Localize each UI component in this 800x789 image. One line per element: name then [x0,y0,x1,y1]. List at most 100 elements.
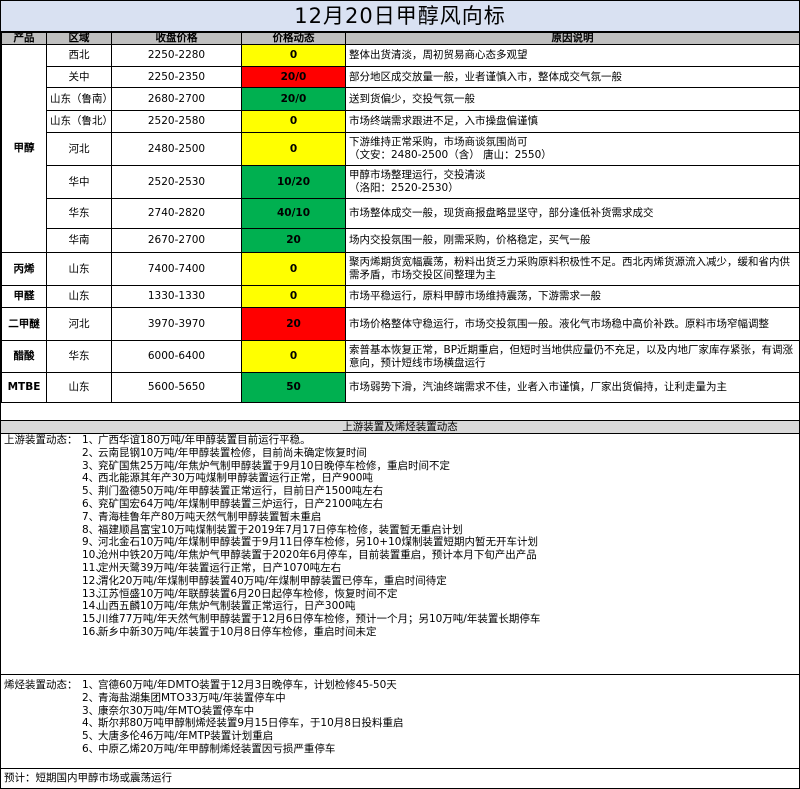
upstream-section: 上游装置动态： 1、广西华谊180万吨/年甲醇装置目前运行平稳。 2、云南昆钢10万… [4,434,796,639]
list-item: 13、江苏恒盛10万吨/年联醇装置6月20日起停车检修，恢复时间不定 [4,588,796,601]
reason-cell: 聚丙烯期货宽幅震荡，粉料出货乏力采购原料积极性不足。西北丙烯货源流入减少，缓和省… [345,252,800,286]
list-item: 6、中原乙烯20万吨/年甲醇制烯烃装置因亏损严重停车 [4,743,796,756]
reason-cell: 市场整体成交一般，现货商报盘略显坚守，部分逢低补货需求成交 [345,198,800,229]
item-text: 西北能源其年产30万吨煤制甲醇装置运行正常，日产900吨 [98,472,373,485]
item-number: 11、 [82,561,106,574]
region-cell: 山东（鲁南） [46,87,112,111]
table-row: 华南 2670-2700 20 场内交投氛围一般，刚需采购，价格稳定，买气一般 [2,228,800,253]
list-item: 4、西北能源其年产30万吨煤制甲醇装置运行正常，日产900吨 [4,472,796,485]
price-cell: 2520-2580 [111,110,242,133]
list-item: 上游装置动态： 1、广西华谊180万吨/年甲醇装置目前运行平稳。 [4,434,796,447]
reason-cell: 市场终端需求跟进不足，入市操盘偏谨慎 [345,110,800,133]
item-number: 1、 [82,434,100,446]
item-number: 2、 [82,446,100,459]
item-text: 中原乙烯20万吨/年甲醇制烯烃装置因亏损严重停车 [98,742,336,755]
list-item: 3、兖矿国焦25万吨/年焦炉气制甲醇装置于9月10日晚停车检修，重启时间不定 [4,460,796,473]
list-item: 5、荆门盈德50万吨/年甲醇装置正常运行，目前日产1500吨左右 [4,485,796,498]
list-item: 8、福建顺昌富宝10万吨煤制装置于2019年7月17日停车检修，装置暂无重启计划 [4,524,796,537]
region-cell: 山东 [46,372,112,403]
product-cell: 丙烯 [1,252,47,286]
reason-cell: 场内交投氛围一般，刚需采购，价格稳定，买气一般 [345,228,800,253]
trend-cell: 20/0 [241,87,346,111]
product-cell: 醋酸 [1,340,47,373]
item-text: 康奈尔30万吨/年MTO装置停车中 [98,704,255,717]
header-product: 产品 [1,32,47,45]
item-text: 川维77万吨/年天然气制甲醇装置于12月6日停车检修，预计一个月；另10万吨/年… [98,613,541,626]
sheet: 12月20日甲醇风向标 产品 区域 收盘价格 价格动态 原因说明 甲醇 西北 225… [0,0,800,789]
item-number: 12、 [82,574,106,587]
item-text: 沧州中铁20万吨/年焦炉气甲醇装置于2020年6月停车，目前装置重启，预计本月下… [98,549,537,562]
item-number: 10、 [82,549,106,562]
list-item: 2、云南昆钢10万吨/年甲醇装置检修，目前尚未确定恢复时间 [4,447,796,460]
header-reason: 原因说明 [345,32,800,45]
item-text: 斯尔邦80万吨甲醇制烯烃装置9月15日停车，于10月8日投料重启 [98,717,404,730]
item-number: 4、 [82,472,100,485]
region-cell: 华中 [46,165,112,199]
item-number: 4、 [82,717,100,730]
divider [1,768,799,769]
item-number: 2、 [82,691,100,704]
table-row: 甲醇 西北 2250-2280 0 整体出货清淡，周初贸易商心态多观望 [1,44,800,253]
item-number: 7、 [82,510,100,523]
item-text: 兖矿国焦25万吨/年焦炉气制甲醇装置于9月10日晚停车检修，重启时间不定 [98,459,450,472]
table-row: 二甲醚 河北 3970-3970 20 市场价格整体守稳运行，市场交投氛围一般。液化气市… [1,307,800,341]
divider [1,674,799,675]
price-cell: 2520-2530 [111,165,242,199]
table-row: 醋酸 华东 6000-6400 0 索普基本恢复正常，BP近期重启，但短时当地供应量仍不… [1,340,800,373]
product-cell: 甲醇 [1,44,47,253]
region-cell: 华南 [46,228,112,253]
region-cell: 河北 [46,307,112,341]
list-item: 16、新乡中新30万吨/年装置于10月8日停车检修，重启时间未定 [4,626,796,639]
item-text: 江苏恒盛10万吨/年联醇装置6月20日起停车检修，恢复时间不定 [98,587,398,600]
item-text: 荆门盈德50万吨/年甲醇装置正常运行，目前日产1500吨左右 [98,485,384,498]
table-row: 山东（鲁北） 2520-2580 0 市场终端需求跟进不足，入市操盘偏谨慎 [2,110,800,133]
trend-cell: 0 [241,285,346,308]
reason-cell: 甲醇市场整理运行，交投清淡 （洛阳：2520-2530） [345,165,800,199]
upstream-label: 上游装置动态： [4,434,78,446]
reason-cell: 部分地区成交放量一般，业者谨慎入市，整体成交气氛一般 [345,66,800,88]
region-cell: 河北 [46,132,112,166]
list-item: 2、青海盐湖集团MTO33万吨/年装置停车中 [4,692,796,705]
region-cell: 西北 [46,44,112,67]
trend-cell: 40/10 [241,198,346,229]
price-cell: 2250-2280 [111,44,242,67]
price-cell: 2680-2700 [111,87,242,111]
trend-cell: 0 [241,340,346,373]
list-item: 6、兖矿国宏64万吨/年煤制甲醇装置三炉运行，日产2100吨左右 [4,498,796,511]
product-cell: 二甲醚 [1,307,47,341]
trend-cell: 0 [241,110,346,133]
table-row: 河北 2480-2500 0 下游维持正常采购，市场商谈氛围尚可 （文安：2480-2… [2,132,800,166]
price-cell: 7400-7400 [111,252,242,286]
item-number: 5、 [82,485,100,498]
item-number: 13、 [82,587,106,600]
item-number: 16、 [82,625,106,638]
item-number: 1、 [82,679,100,691]
item-number: 5、 [82,730,100,743]
page-title: 12月20日甲醇风向标 [1,1,799,32]
item-text: 新乡中新30万吨/年装置于10月8日停车检修，重启时间未定 [98,625,377,638]
list-item: 7、青海桂鲁年产80万吨天然气制甲醇装置暂未重启 [4,511,796,524]
trend-cell: 20 [241,228,346,253]
trend-cell: 0 [241,252,346,286]
item-number: 6、 [82,497,100,510]
item-text: 兖矿国宏64万吨/年煤制甲醇装置三炉运行，日产2100吨左右 [98,497,384,510]
table-header-row: 产品 区域 收盘价格 价格动态 原因说明 [1,32,800,45]
reason-cell: 整体出货清淡，周初贸易商心态多观望 [345,44,800,67]
item-text: 大唐多伦46万吨/年MTP装置计划重启 [98,730,274,743]
item-number: 14、 [82,600,106,613]
header-trend: 价格动态 [241,32,346,45]
reason-cell: 下游维持正常采购，市场商谈氛围尚可 （文安：2480-2500（含） 唐山：25… [345,132,800,166]
list-item: 9、河北金石10万吨/年煤制甲醇装置于9月11日停车检修，另10+10煤制装置短… [4,536,796,549]
olefin-label: 烯烃装置动态： [4,679,78,691]
price-cell: 2670-2700 [111,228,242,253]
region-cell: 山东（鲁北） [46,110,112,133]
reason-cell: 索普基本恢复正常，BP近期重启，但短时当地供应量仍不充足，以及内地厂家库存紧张，… [345,340,800,373]
price-cell: 5600-5650 [111,372,242,403]
price-cell: 3970-3970 [111,307,242,341]
list-item: 11、定州天鹭39万吨/年装置运行正常，日产1070吨左右 [4,562,796,575]
item-text: 渭化20万吨/年煤制甲醇装置40万吨/年煤制甲醇装置已停车，重启时间待定 [98,574,447,587]
reason-cell: 市场弱势下滑，汽油终端需求不佳，业者入市谨慎，厂家出货偏持，让利走量为主 [345,372,800,403]
product-cell: MTBE [1,372,47,403]
header-price: 收盘价格 [111,32,242,45]
price-cell: 1330-1330 [111,285,242,308]
